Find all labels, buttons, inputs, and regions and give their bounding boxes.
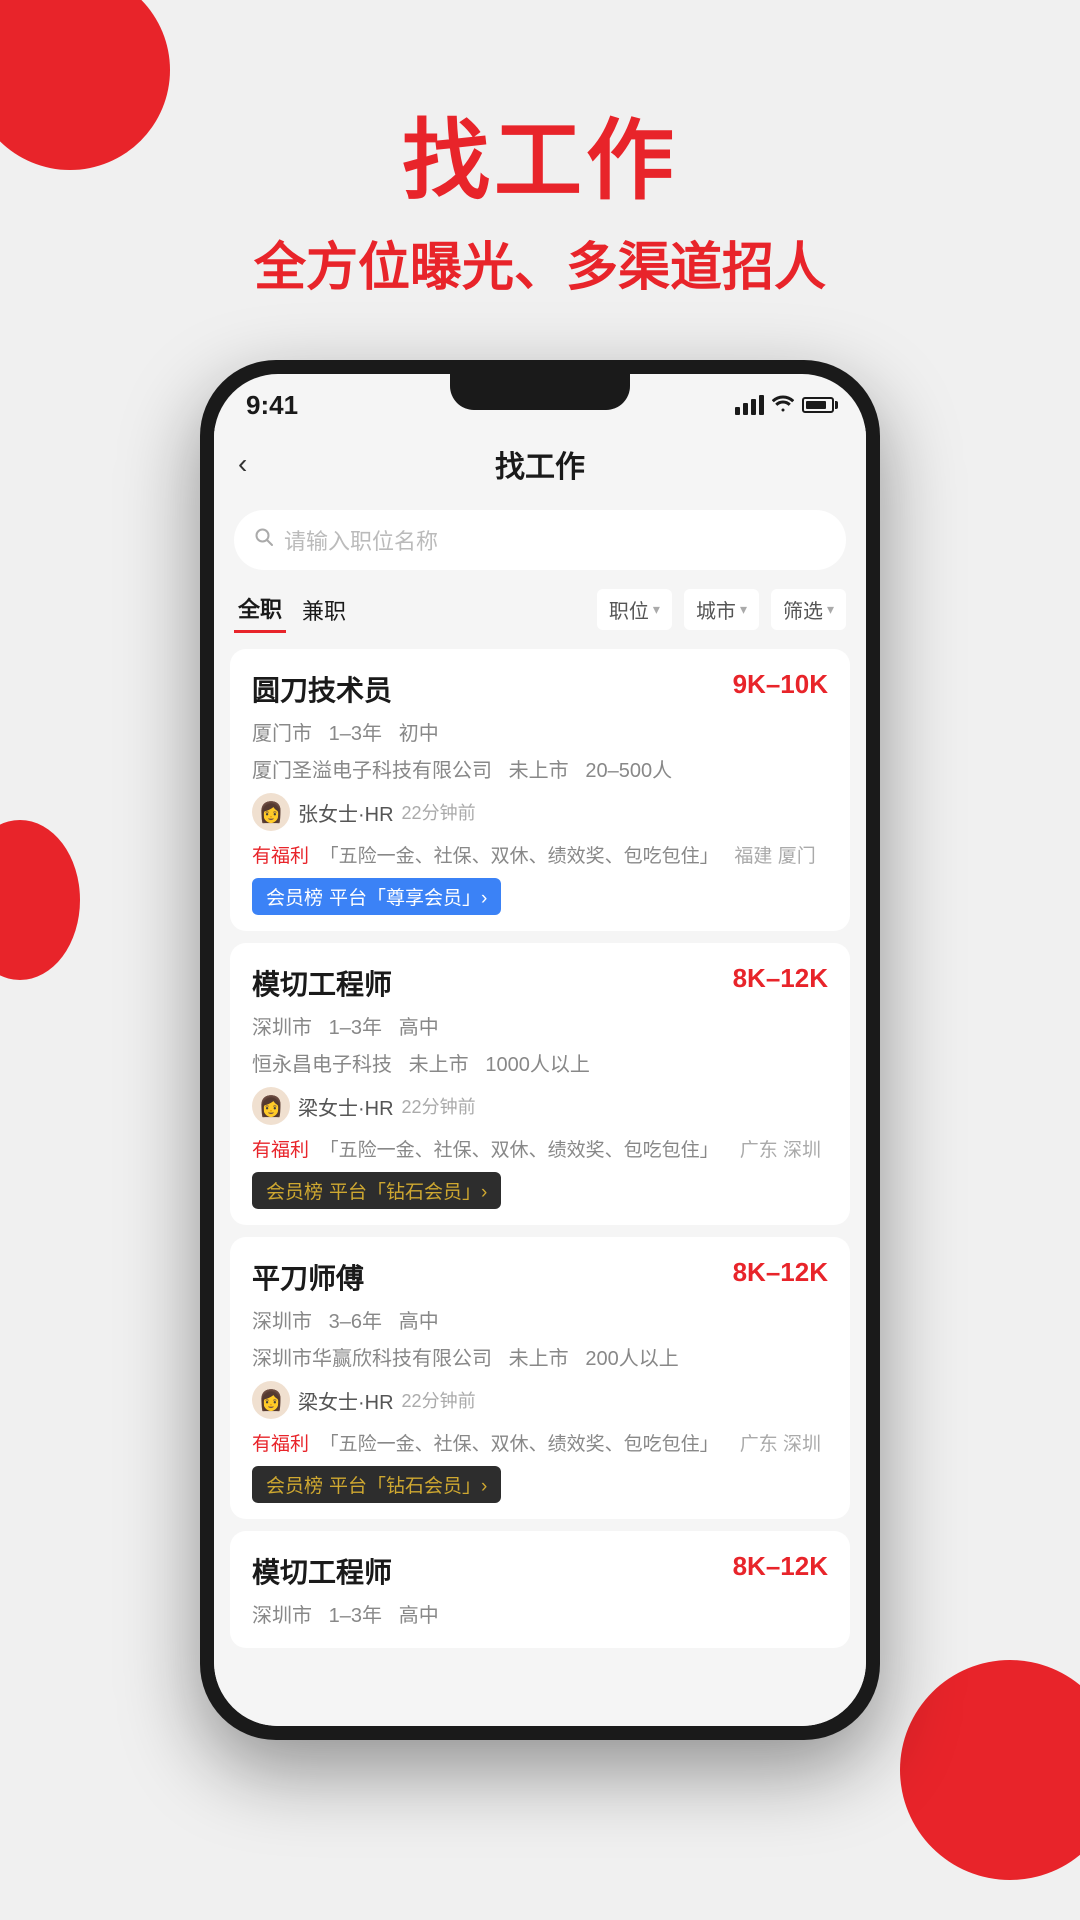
job-company-1: 厦门圣溢电子科技有限公司 未上市 20–500人: [252, 754, 828, 783]
filter-row: 全职 兼职 职位 ▾ 城市 ▾ 筛选 ▾: [214, 586, 866, 649]
hr-name-3: 梁女士·HR: [298, 1386, 394, 1415]
member-badge-2: 会员榜 平台「钻石会员」›: [252, 1172, 501, 1209]
search-icon: [254, 527, 274, 553]
phone-outer: 9:41: [200, 360, 880, 1740]
filter-city[interactable]: 城市 ▾: [684, 589, 759, 630]
job-salary-2: 8K–12K: [733, 963, 828, 994]
job-tags-1: 厦门市 1–3年 初中: [252, 717, 828, 746]
job-benefits-2: 有福利 「五险一金、社保、双休、绩效奖、包吃包住」 广东 深圳: [252, 1135, 828, 1162]
top-nav: ‹ 找工作: [214, 426, 866, 502]
job-salary-1: 9K–10K: [733, 669, 828, 700]
job-title-2: 模切工程师: [252, 963, 392, 1003]
member-badge-1: 会员榜 平台「尊享会员」›: [252, 878, 501, 915]
hr-name-2: 梁女士·HR: [298, 1092, 394, 1121]
signal-icon: [735, 395, 764, 415]
header-title: 找工作: [0, 90, 1080, 217]
job-benefits-1: 有福利 「五险一金、社保、双休、绩效奖、包吃包住」 福建 厦门: [252, 841, 828, 868]
hr-time-3: 22分钟前: [402, 1387, 476, 1413]
job-salary-3: 8K–12K: [733, 1257, 828, 1288]
hr-time-1: 22分钟前: [402, 799, 476, 825]
job-benefits-3: 有福利 「五险一金、社保、双休、绩效奖、包吃包住」 广东 深圳: [252, 1429, 828, 1456]
hr-name-1: 张女士·HR: [298, 798, 394, 827]
header-section: 找工作 全方位曝光、多渠道招人: [0, 0, 1080, 300]
job-tags-3: 深圳市 3–6年 高中: [252, 1305, 828, 1334]
job-card-4[interactable]: 模切工程师 8K–12K 深圳市 1–3年 高中: [230, 1531, 850, 1648]
member-badge-3: 会员榜 平台「钻石会员」›: [252, 1466, 501, 1503]
job-hr-row-1: 👩 张女士·HR 22分钟前: [252, 793, 828, 831]
job-title-1: 圆刀技术员: [252, 669, 392, 709]
wifi-icon: [772, 394, 794, 417]
tab-fulltime[interactable]: 全职: [234, 586, 286, 633]
battery-icon: [802, 397, 834, 413]
job-card-1[interactable]: 圆刀技术员 9K–10K 厦门市 1–3年 初中 厦门圣溢电子科技有限公司 未上…: [230, 649, 850, 931]
app-screen: ‹ 找工作 请输入职位名称 全职 兼职: [214, 426, 866, 1726]
back-button[interactable]: ‹: [238, 448, 247, 480]
job-salary-4: 8K–12K: [733, 1551, 828, 1582]
tab-parttime[interactable]: 兼职: [298, 588, 350, 632]
phone-notch: [450, 374, 630, 410]
job-title-3: 平刀师傅: [252, 1257, 364, 1297]
job-list: 圆刀技术员 9K–10K 厦门市 1–3年 初中 厦门圣溢电子科技有限公司 未上…: [214, 649, 866, 1648]
header-subtitle: 全方位曝光、多渠道招人: [0, 225, 1080, 300]
job-card-2[interactable]: 模切工程师 8K–12K 深圳市 1–3年 高中 恒永昌电子科技 未上市 100…: [230, 943, 850, 1225]
hr-time-2: 22分钟前: [402, 1093, 476, 1119]
job-hr-row-2: 👩 梁女士·HR 22分钟前: [252, 1087, 828, 1125]
filter-position[interactable]: 职位 ▾: [597, 589, 672, 630]
nav-title: 找工作: [495, 442, 585, 486]
filter-screen[interactable]: 筛选 ▾: [771, 589, 846, 630]
job-tags-4: 深圳市 1–3年 高中: [252, 1599, 828, 1628]
hr-avatar-1: 👩: [252, 793, 290, 831]
hr-avatar-3: 👩: [252, 1381, 290, 1419]
status-icons: [735, 394, 834, 417]
job-card-3[interactable]: 平刀师傅 8K–12K 深圳市 3–6年 高中 深圳市华赢欣科技有限公司 未上市…: [230, 1237, 850, 1519]
hr-avatar-2: 👩: [252, 1087, 290, 1125]
search-placeholder: 请输入职位名称: [284, 524, 438, 556]
status-time: 9:41: [246, 390, 298, 421]
search-bar[interactable]: 请输入职位名称: [234, 510, 846, 570]
job-title-4: 模切工程师: [252, 1551, 392, 1591]
job-company-3: 深圳市华赢欣科技有限公司 未上市 200人以上: [252, 1342, 828, 1371]
phone-mockup: 9:41: [0, 360, 1080, 1740]
job-tags-2: 深圳市 1–3年 高中: [252, 1011, 828, 1040]
job-company-2: 恒永昌电子科技 未上市 1000人以上: [252, 1048, 828, 1077]
phone-inner: 9:41: [214, 374, 866, 1726]
job-hr-row-3: 👩 梁女士·HR 22分钟前: [252, 1381, 828, 1419]
